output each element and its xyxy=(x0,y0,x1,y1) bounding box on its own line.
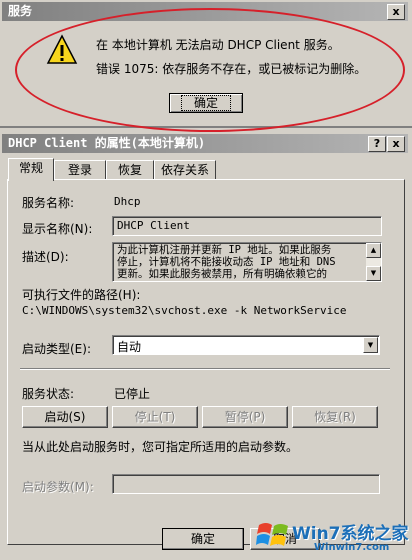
tab-logon[interactable]: 登录 xyxy=(54,160,106,180)
properties-dialog: DHCP Client 的属性(本地计算机) ? x 常规 登录 恢复 依存关系… xyxy=(0,132,412,560)
error-dialog-title: 服务 xyxy=(8,4,33,18)
error-ok-label: 确定 xyxy=(180,95,231,111)
close-icon[interactable]: x xyxy=(387,136,405,152)
windows-logo-icon xyxy=(256,523,288,546)
error-dialog-titlebar[interactable]: 服务 x xyxy=(2,2,408,21)
description-line: 为此计算机注册并更新 IP 地址。如果此服务 xyxy=(117,244,332,256)
general-tab-panel: 服务名称: Dhcp 显示名称(N): DHCP Client 描述(D): 为… xyxy=(7,179,405,545)
display-name-field[interactable]: DHCP Client xyxy=(112,216,382,236)
watermark-brand: Win7系统之家 xyxy=(292,524,409,544)
error-dialog: 服务 x 在 本地计算机 无法启动 DHCP Client 服务。 错误 107… xyxy=(0,0,412,128)
startup-type-select[interactable]: 自动 ▼ xyxy=(112,335,380,355)
tab-general[interactable]: 常规 xyxy=(8,158,54,181)
close-icon[interactable]: x xyxy=(387,4,405,20)
description-line: 停止，计算机将不能接收动态 IP 地址和 DNS xyxy=(117,256,336,268)
display-name-label: 显示名称(N): xyxy=(22,222,93,236)
error-ok-button[interactable]: 确定 xyxy=(169,93,243,113)
error-message-line1: 在 本地计算机 无法启动 DHCP Client 服务。 xyxy=(96,38,340,52)
properties-dialog-title: DHCP Client 的属性(本地计算机) xyxy=(8,136,206,150)
description-label: 描述(D): xyxy=(22,250,69,264)
chevron-down-icon[interactable]: ▼ xyxy=(363,337,378,353)
exe-path-label: 可执行文件的路径(H): xyxy=(22,288,141,302)
display-name-value: DHCP Client xyxy=(117,219,190,232)
service-status-value: 已停止 xyxy=(114,387,151,401)
startup-type-value: 自动 xyxy=(117,340,142,354)
description-scrollbar[interactable]: ▲ ▼ xyxy=(366,243,381,281)
error-message-line2: 错误 1075: 依存服务不存在，或已被标记为删除。 xyxy=(96,62,367,76)
divider xyxy=(20,368,390,370)
watermark-url: Winwin7.com xyxy=(314,542,390,553)
help-icon[interactable]: ? xyxy=(368,136,386,152)
properties-dialog-titlebar[interactable]: DHCP Client 的属性(本地计算机) ? x xyxy=(2,134,408,153)
description-line: 更新。如果此服务被禁用，所有明确依赖它的 xyxy=(117,268,327,280)
start-params-input[interactable] xyxy=(112,474,380,494)
description-field[interactable]: 为此计算机注册并更新 IP 地址。如果此服务 停止，计算机将不能接收动态 IP … xyxy=(112,242,382,282)
start-button[interactable]: 启动(S) xyxy=(22,406,108,428)
scroll-up-icon[interactable]: ▲ xyxy=(366,243,381,258)
ok-button[interactable]: 确定 xyxy=(162,528,244,550)
service-name-label: 服务名称: xyxy=(22,196,75,210)
exe-path-value: C:\WINDOWS\system32\svchost.exe -k Netwo… xyxy=(22,304,347,317)
scroll-down-icon[interactable]: ▼ xyxy=(366,266,381,281)
resume-button[interactable]: 恢复(R) xyxy=(292,406,378,428)
stop-button[interactable]: 停止(T) xyxy=(112,406,198,428)
service-name-value: Dhcp xyxy=(114,195,141,208)
warning-icon xyxy=(46,34,78,64)
start-params-label: 启动参数(M): xyxy=(22,480,94,494)
tab-recovery[interactable]: 恢复 xyxy=(106,160,154,180)
watermark: Win7系统之家 Winwin7.com xyxy=(256,516,409,558)
start-params-hint: 当从此处启动服务时，您可指定所适用的启动参数。 xyxy=(22,440,299,454)
startup-type-label: 启动类型(E): xyxy=(22,342,91,356)
tab-dependencies[interactable]: 依存关系 xyxy=(154,160,216,180)
service-status-label: 服务状态: xyxy=(22,387,75,401)
pause-button[interactable]: 暂停(P) xyxy=(202,406,288,428)
